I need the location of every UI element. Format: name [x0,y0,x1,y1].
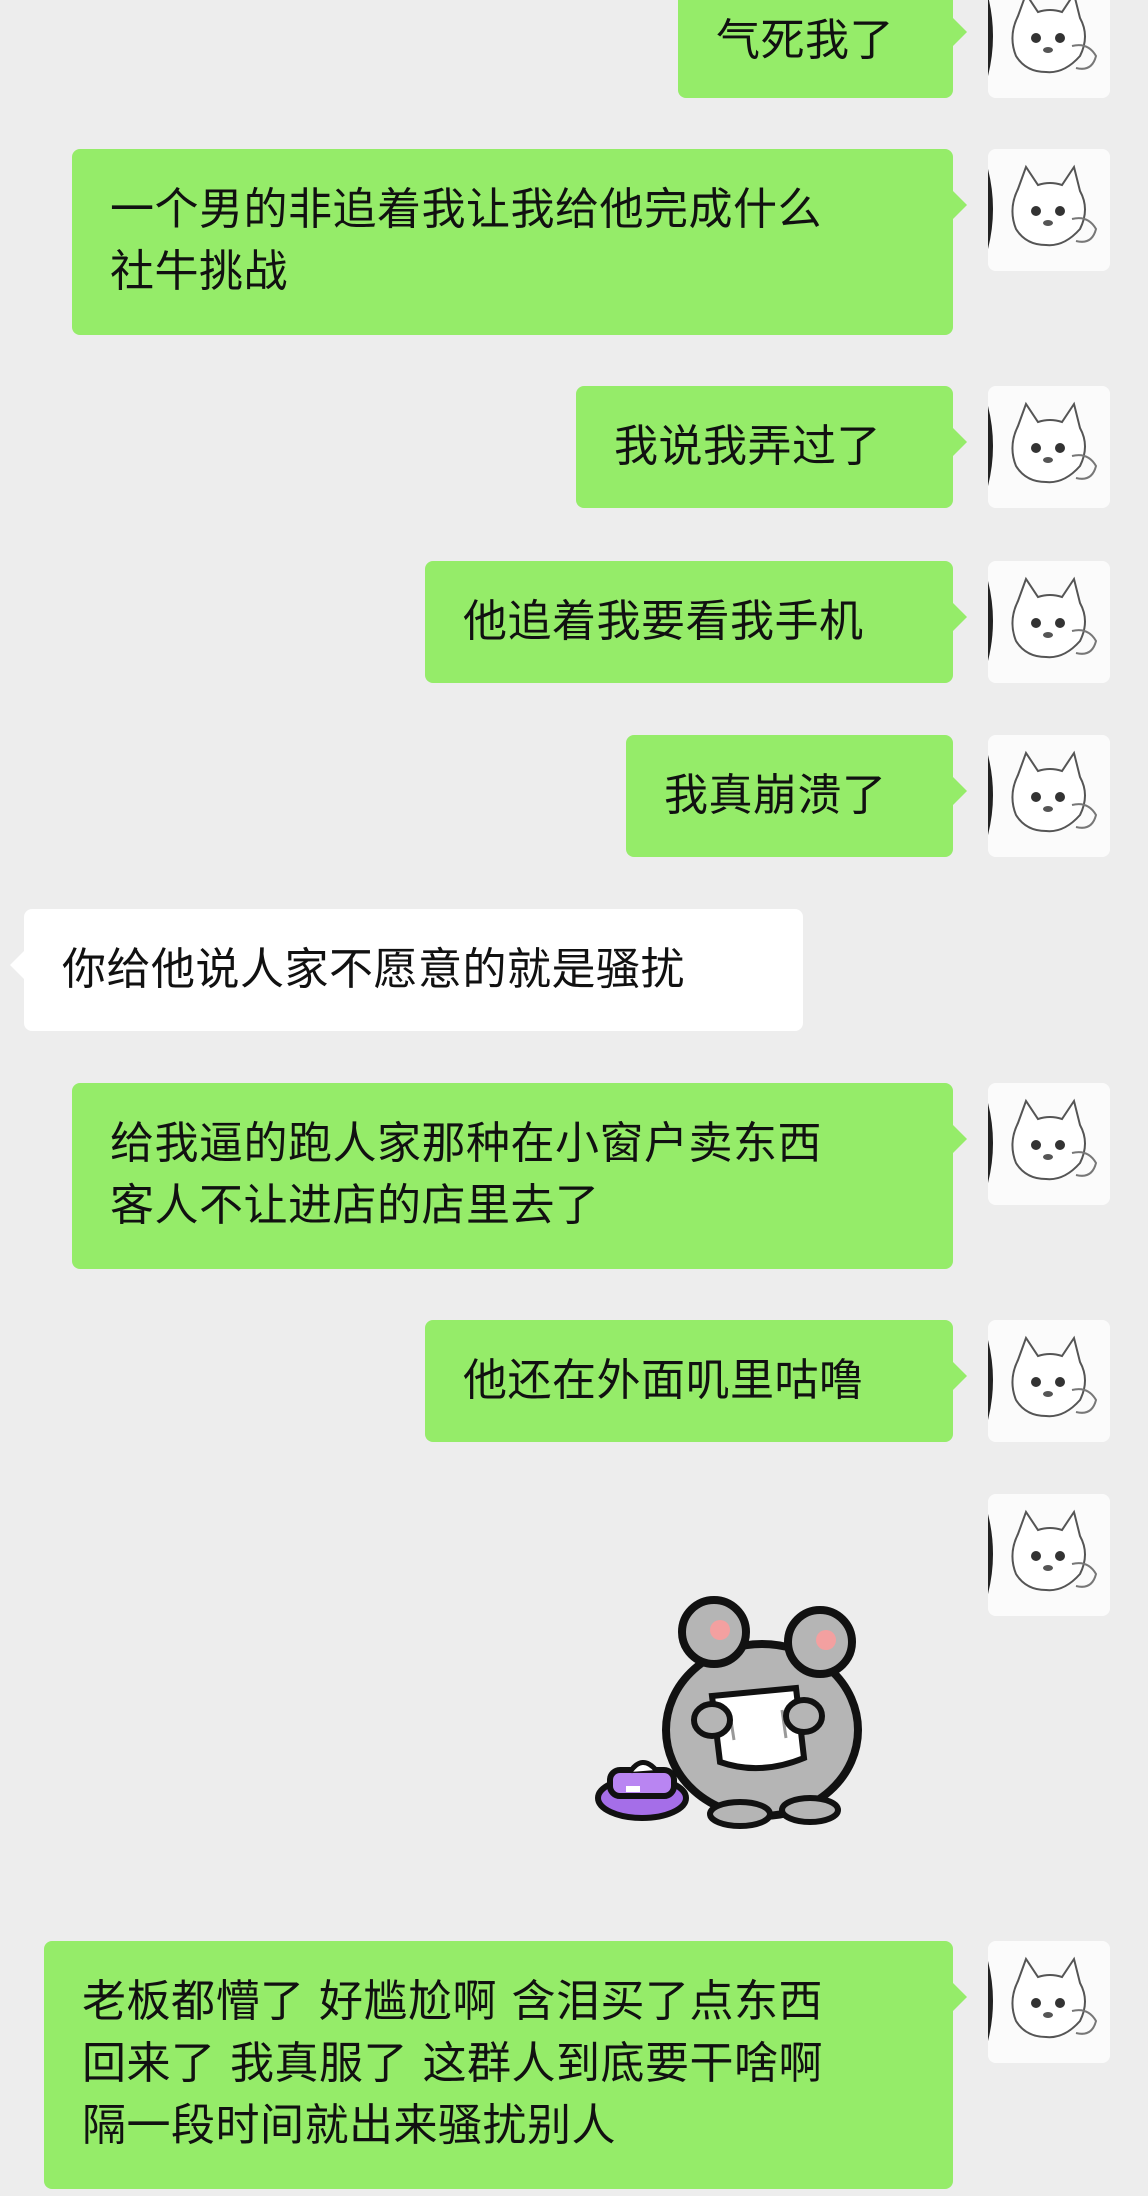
tissue-box-icon [595,1760,689,1821]
cat-avatar-icon [988,1941,1110,2063]
message-bubble-outgoing[interactable]: 老板都懵了 好尴尬啊 含泪买了点东西 回来了 我真服了 这群人到底要干啥啊 隔一… [44,1941,967,2189]
cat-avatar-icon [988,0,1110,98]
user-avatar[interactable] [988,1083,1110,1205]
cat-avatar-icon [988,149,1110,271]
user-avatar[interactable] [988,1494,1110,1616]
user-avatar[interactable] [988,0,1110,98]
cat-avatar-icon [988,1494,1110,1616]
message-bubble-outgoing[interactable]: 我说我弄过了 [576,386,967,508]
message-bubble-outgoing[interactable]: 一个男的非追着我让我给他完成什么 社牛挑战 [72,149,967,335]
message-bubble-outgoing[interactable]: 我真崩溃了 [626,735,967,857]
user-avatar[interactable] [988,1941,1110,2063]
message-bubble-outgoing[interactable]: 他还在外面叽里咕噜 [425,1320,967,1442]
cat-avatar-icon [988,735,1110,857]
user-avatar[interactable] [988,386,1110,508]
cat-avatar-icon [988,386,1110,508]
cat-avatar-icon [988,1320,1110,1442]
crying-mouse-tissue-sticker[interactable] [590,1570,890,1830]
user-avatar[interactable] [988,1320,1110,1442]
user-avatar[interactable] [988,735,1110,857]
message-bubble-outgoing[interactable]: 他追着我要看我手机 [425,561,967,683]
mouse-character-icon [662,1596,862,1829]
message-bubble-incoming[interactable]: 你给他说人家不愿意的就是骚扰 [10,909,803,1031]
message-bubble-outgoing[interactable]: 气死我了 [678,0,967,98]
cat-avatar-icon [988,1083,1110,1205]
user-avatar[interactable] [988,561,1110,683]
message-bubble-outgoing[interactable]: 给我逼的跑人家那种在小窗户卖东西 客人不让进店的店里去了 [72,1083,967,1269]
user-avatar[interactable] [988,149,1110,271]
cat-avatar-icon [988,561,1110,683]
